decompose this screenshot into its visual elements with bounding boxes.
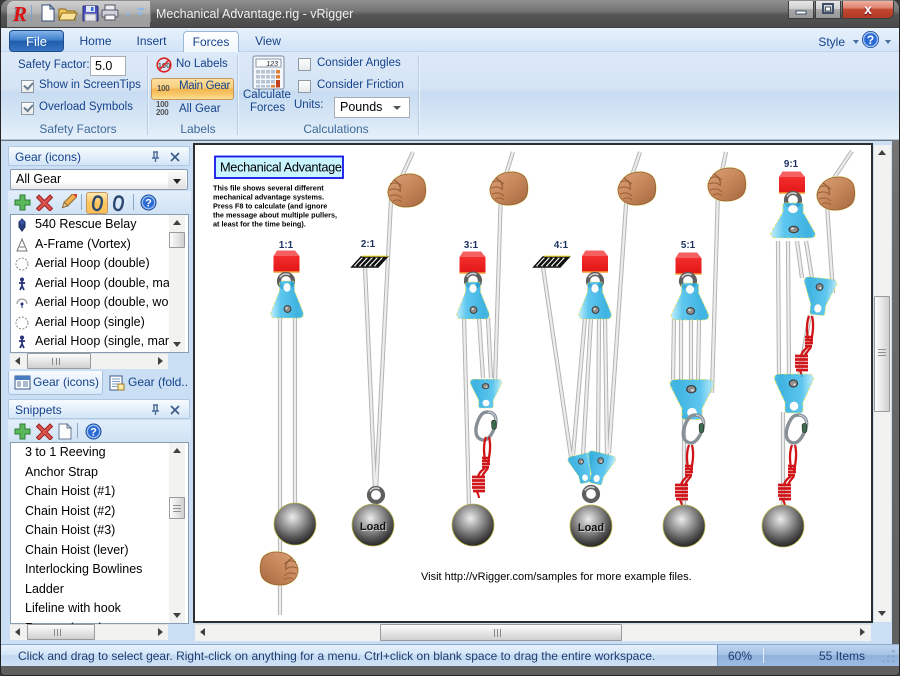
svg-text:9:1: 9:1 (784, 159, 799, 170)
svg-text:Press F8 to calculate (and ign: Press F8 to calculate (and ignore (213, 202, 327, 211)
svg-text:mechanical advantage systems.: mechanical advantage systems. (213, 193, 324, 202)
svg-text:Load: Load (578, 522, 604, 534)
svg-text:?: ? (867, 33, 874, 47)
svg-text:1:1: 1:1 (279, 240, 294, 251)
svg-text:x: x (864, 1, 872, 17)
svg-text:?: ? (90, 427, 97, 439)
svg-text:Visit http://vRigger.com/sampl: Visit http://vRigger.com/samples for mor… (421, 571, 692, 583)
svg-text:123: 123 (266, 61, 278, 68)
svg-text:2:1: 2:1 (361, 239, 376, 250)
svg-text:This file shows several differ: This file shows several different (213, 184, 324, 193)
svg-text:5:1: 5:1 (681, 240, 696, 251)
svg-text:3:1: 3:1 (464, 240, 479, 251)
svg-text:?: ? (145, 198, 152, 210)
svg-text:4:1: 4:1 (554, 240, 569, 251)
svg-text:Mechanical Advantage: Mechanical Advantage (220, 160, 342, 175)
svg-text:the message about multiple pul: the message about multiple pullers, (213, 211, 337, 220)
svg-text:at least for the time being).: at least for the time being). (213, 220, 306, 229)
svg-text:Load: Load (360, 521, 386, 533)
